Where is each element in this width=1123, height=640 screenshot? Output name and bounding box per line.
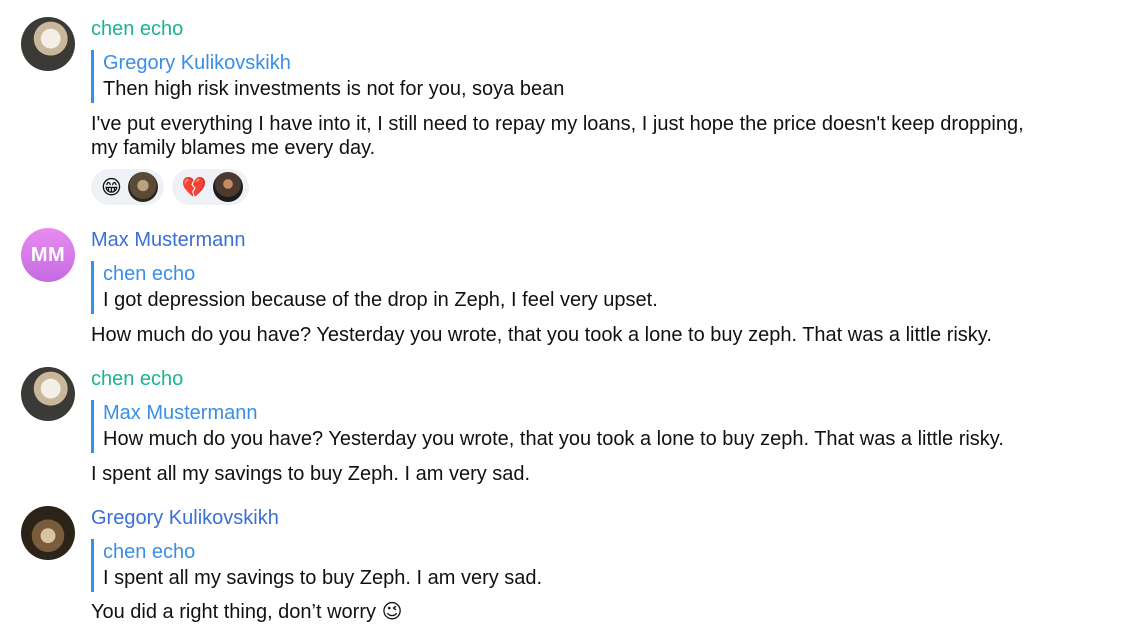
- message-text: I've put everything I have into it, I st…: [91, 112, 1091, 160]
- reply-text: I spent all my savings to buy Zeph. I am…: [103, 567, 543, 589]
- reply-quote[interactable]: Gregory Kulikovskikh Then high risk inve…: [91, 50, 564, 103]
- sender-name[interactable]: chen echo: [91, 18, 183, 41]
- message-text-line: my family blames me every day.: [91, 137, 376, 159]
- message-text-content: You did a right thing, don’t worry: [91, 601, 376, 623]
- reply-quote[interactable]: chen echo I got depression because of th…: [91, 261, 658, 314]
- message-text: I spent all my savings to buy Zeph. I am…: [91, 463, 531, 485]
- reactor-avatar: [212, 172, 243, 202]
- avatar[interactable]: [21, 506, 75, 560]
- sender-name[interactable]: Max Mustermann: [91, 229, 246, 252]
- reply-sender-name: Max Mustermann: [103, 402, 258, 424]
- message-text: How much do you have? Yesterday you wrot…: [91, 324, 992, 346]
- reply-sender-name: chen echo: [103, 541, 196, 563]
- winking-face-icon: 😉: [381, 601, 403, 623]
- avatar[interactable]: [21, 367, 75, 421]
- reply-text: I got depression because of the drop in …: [103, 289, 658, 311]
- reply-quote[interactable]: Max Mustermann How much do you have? Yes…: [91, 400, 1004, 453]
- sender-name[interactable]: Gregory Kulikovskikh: [91, 507, 279, 530]
- reactor-avatar: [127, 172, 158, 202]
- avatar[interactable]: MM: [21, 228, 75, 282]
- reply-sender-name: chen echo: [103, 263, 196, 285]
- reply-sender-name: Gregory Kulikovskikh: [103, 52, 291, 74]
- grinning-face-icon: 😁: [101, 176, 122, 199]
- reply-quote[interactable]: chen echo I spent all my savings to buy …: [91, 539, 542, 592]
- reaction-chip[interactable]: 💔: [171, 169, 249, 205]
- reply-text: How much do you have? Yesterday you wrot…: [103, 428, 1004, 450]
- avatar[interactable]: [21, 17, 75, 71]
- message-text-line: I've put everything I have into it, I st…: [91, 113, 1024, 135]
- sender-name[interactable]: chen echo: [91, 368, 183, 391]
- reply-text: Then high risk investments is not for yo…: [103, 78, 565, 100]
- reaction-chip[interactable]: 😁: [91, 169, 164, 205]
- reactions-bar: 😁 💔: [91, 169, 249, 205]
- message-text: You did a right thing, don’t worry 😉: [91, 600, 1091, 624]
- broken-heart-icon: 💔: [181, 176, 207, 199]
